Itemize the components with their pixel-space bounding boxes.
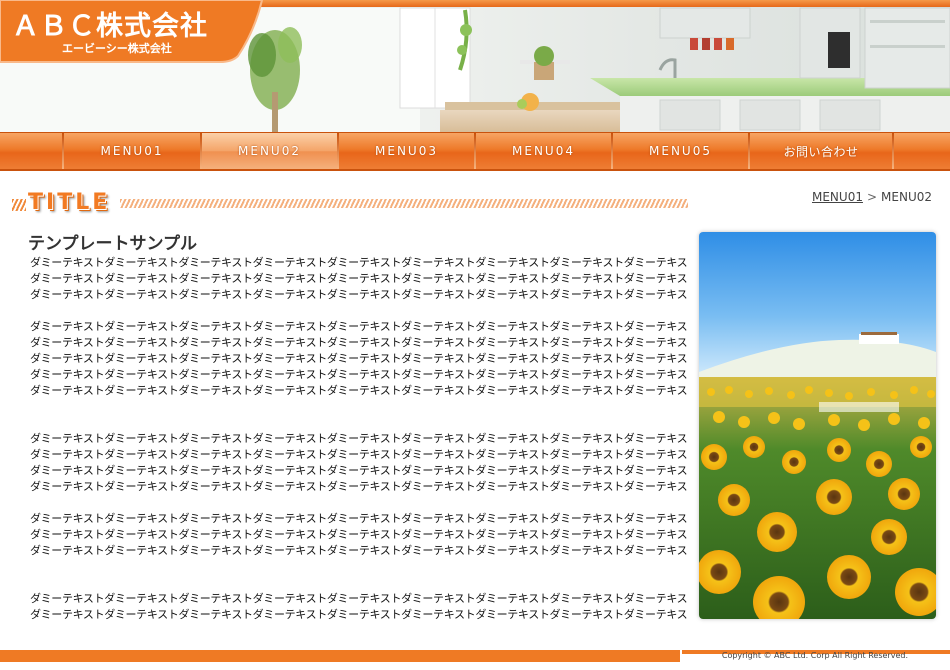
- sunflower-field-photo: [699, 232, 936, 619]
- chevron-right-icon: >: [866, 190, 878, 204]
- text-line: ダミーテキストダミーテキストダミーテキストダミーテキストダミーテキストダミーテキ…: [30, 352, 690, 365]
- nav-item-menu02[interactable]: MENU02: [202, 133, 337, 169]
- nav-item-menu03[interactable]: MENU03: [339, 133, 474, 169]
- company-kana: エービーシー株式会社: [62, 42, 172, 55]
- title-decoration-stripe: [120, 199, 688, 208]
- nav-item-contact[interactable]: お問い合わせ: [750, 133, 892, 169]
- text-line: ダミーテキストダミーテキストダミーテキストダミーテキストダミーテキストダミーテキ…: [30, 448, 690, 461]
- content-heading: テンプレートサンプル: [28, 234, 197, 254]
- nav-item-menu01[interactable]: MENU01: [64, 133, 200, 169]
- text-line: ダミーテキストダミーテキストダミーテキストダミーテキストダミーテキストダミーテキ…: [30, 384, 690, 397]
- text-line: ダミーテキストダミーテキストダミーテキストダミーテキストダミーテキストダミーテキ…: [30, 608, 690, 621]
- text-line: ダミーテキストダミーテキストダミーテキストダミーテキストダミーテキストダミーテキ…: [30, 464, 690, 477]
- nav-item-menu05[interactable]: MENU05: [613, 133, 748, 169]
- logo[interactable]: ＡＢＣ株式会社 エービーシー株式会社: [0, 0, 270, 60]
- breadcrumb: MENU01 > MENU02: [812, 190, 932, 204]
- paragraph-3: ダミーテキストダミーテキストダミーテキストダミーテキストダミーテキストダミーテキ…: [30, 431, 690, 495]
- paragraph-1: ダミーテキストダミーテキストダミーテキストダミーテキストダミーテキストダミーテキ…: [30, 255, 690, 303]
- page-title: TITLE: [28, 190, 111, 215]
- nav-separator: [892, 133, 894, 169]
- text-line: ダミーテキストダミーテキストダミーテキストダミーテキストダミーテキストダミーテキ…: [30, 480, 690, 493]
- breadcrumb-link-menu01[interactable]: MENU01: [812, 190, 863, 204]
- nav-item-menu04[interactable]: MENU04: [476, 133, 611, 169]
- main-nav: MENU01 MENU02 MENU03 MENU04 MENU05 お問い合わ…: [0, 132, 950, 171]
- breadcrumb-current: MENU02: [881, 190, 932, 204]
- site-header: ＡＢＣ株式会社 エービーシー株式会社: [0, 0, 950, 132]
- text-line: ダミーテキストダミーテキストダミーテキストダミーテキストダミーテキストダミーテキ…: [30, 256, 690, 269]
- text-line: ダミーテキストダミーテキストダミーテキストダミーテキストダミーテキストダミーテキ…: [30, 512, 690, 525]
- paragraph-5: ダミーテキストダミーテキストダミーテキストダミーテキストダミーテキストダミーテキ…: [30, 591, 690, 623]
- company-name: ＡＢＣ株式会社: [12, 11, 208, 42]
- sunflower-field-image: [699, 232, 936, 619]
- text-line: ダミーテキストダミーテキストダミーテキストダミーテキストダミーテキストダミーテキ…: [30, 432, 690, 445]
- copyright: Copyright © ABC Ltd. Corp All Right Rese…: [721, 651, 908, 660]
- text-line: ダミーテキストダミーテキストダミーテキストダミーテキストダミーテキストダミーテキ…: [30, 320, 690, 333]
- text-line: ダミーテキストダミーテキストダミーテキストダミーテキストダミーテキストダミーテキ…: [30, 368, 690, 381]
- title-decoration-left: [12, 199, 26, 211]
- text-line: ダミーテキストダミーテキストダミーテキストダミーテキストダミーテキストダミーテキ…: [30, 544, 690, 557]
- text-line: ダミーテキストダミーテキストダミーテキストダミーテキストダミーテキストダミーテキ…: [30, 272, 690, 285]
- paragraph-4: ダミーテキストダミーテキストダミーテキストダミーテキストダミーテキストダミーテキ…: [30, 511, 690, 559]
- text-line: ダミーテキストダミーテキストダミーテキストダミーテキストダミーテキストダミーテキ…: [30, 528, 690, 541]
- text-line: ダミーテキストダミーテキストダミーテキストダミーテキストダミーテキストダミーテキ…: [30, 336, 690, 349]
- text-line: ダミーテキストダミーテキストダミーテキストダミーテキストダミーテキストダミーテキ…: [30, 592, 690, 605]
- paragraph-2: ダミーテキストダミーテキストダミーテキストダミーテキストダミーテキストダミーテキ…: [30, 319, 690, 399]
- footer-bar: [0, 650, 680, 662]
- text-line: ダミーテキストダミーテキストダミーテキストダミーテキストダミーテキストダミーテキ…: [30, 288, 690, 301]
